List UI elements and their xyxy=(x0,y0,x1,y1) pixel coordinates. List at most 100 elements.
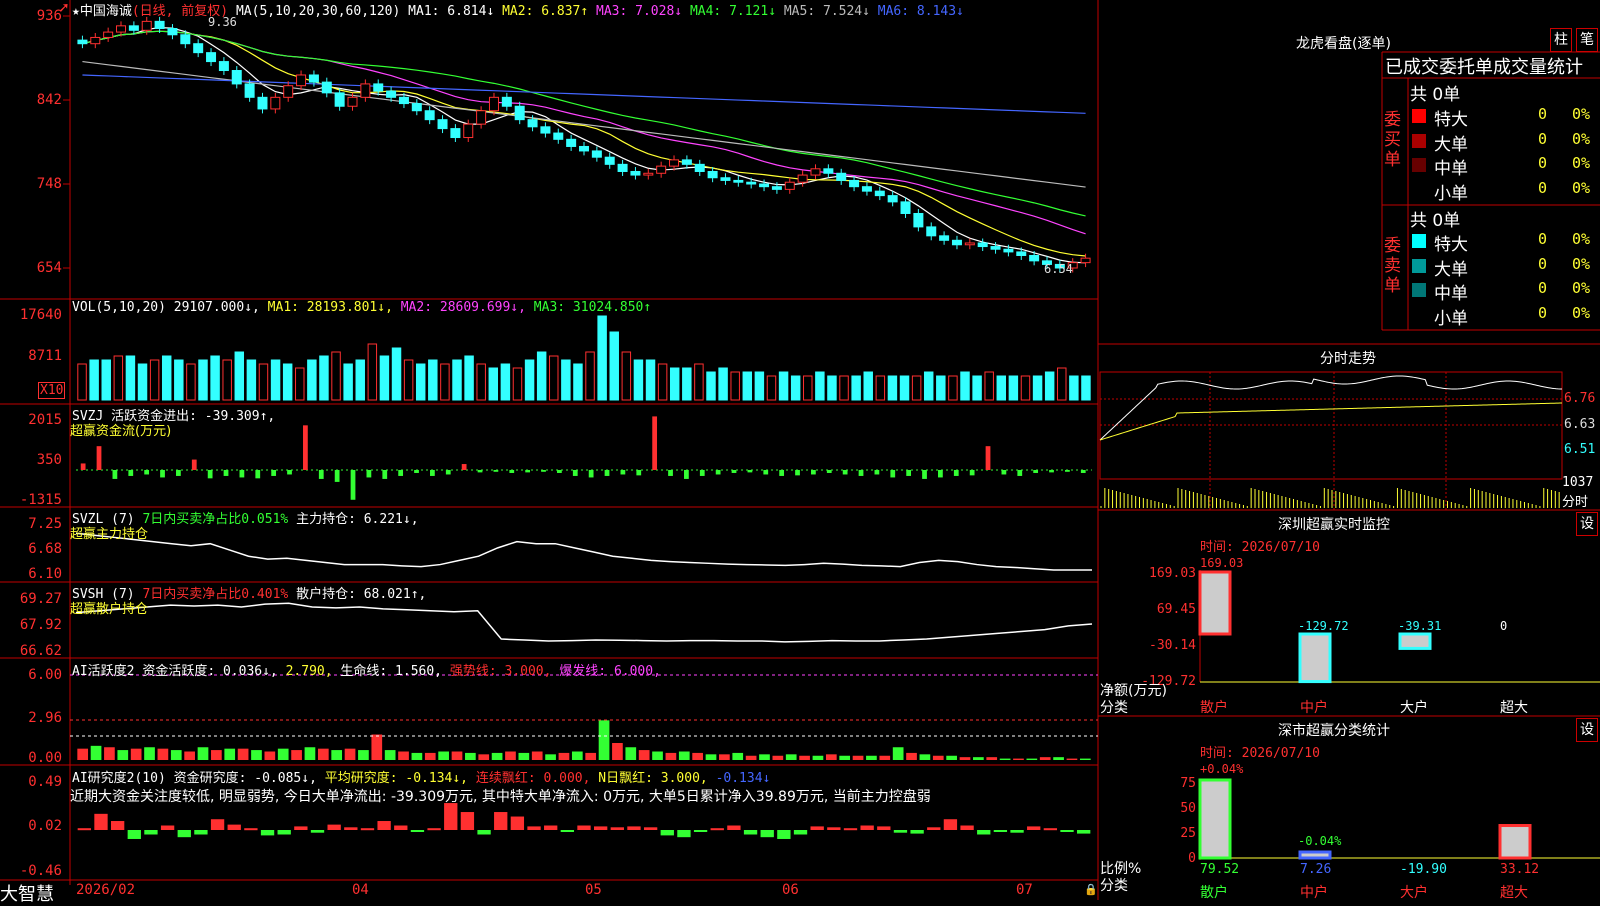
sell-order-row-volume: 0 xyxy=(1538,303,1548,322)
candle-body xyxy=(643,172,654,176)
candle-body xyxy=(823,168,834,174)
fund-flow-bar xyxy=(731,470,737,473)
candle-body xyxy=(1080,257,1091,264)
buy-total: 共 0单 xyxy=(1410,85,1461,105)
brand-label[interactable]: 大智慧 xyxy=(0,880,54,906)
sz-class-category: 大户 xyxy=(1400,885,1428,901)
research-bar xyxy=(460,812,475,830)
activity-bar xyxy=(719,754,730,760)
kline-chart-area[interactable] xyxy=(0,0,1600,900)
fund-flow-bar xyxy=(1080,470,1086,473)
svzl-axis-label: 7.25 xyxy=(28,516,62,532)
research-bar xyxy=(477,830,491,835)
activity-bar xyxy=(692,752,703,760)
volume-bar xyxy=(815,371,825,401)
research-bar xyxy=(227,824,241,830)
candle-body xyxy=(759,183,770,188)
volume-bar xyxy=(101,359,111,401)
research-bar xyxy=(777,830,791,839)
sz-monitor-settings-button[interactable]: 设 xyxy=(1576,512,1598,536)
research-bar xyxy=(177,830,191,838)
volume-bar xyxy=(706,371,716,401)
research-bar xyxy=(610,827,624,830)
fund-flow-bar xyxy=(795,470,800,476)
fund-flow-bar xyxy=(80,463,86,470)
volume-bar xyxy=(911,375,922,401)
sell-order-color-swatch xyxy=(1412,283,1426,297)
vol-title: VOL(5,10,20) xyxy=(72,300,166,315)
ai-research-cont: 连续飘红: 0.000, xyxy=(475,771,591,786)
buy-order-row-percent: 0% xyxy=(1572,154,1591,172)
activity-bar xyxy=(652,751,663,760)
candle-body xyxy=(476,110,487,125)
volume-bar xyxy=(1032,375,1043,401)
activity-bar xyxy=(251,750,262,760)
lock-icon[interactable]: 🔒 xyxy=(1084,883,1098,896)
fund-flow-bar xyxy=(985,446,991,470)
volume-bar xyxy=(1057,367,1067,401)
buy-order-row-percent: 0% xyxy=(1572,105,1591,123)
fund-flow-bar xyxy=(445,470,451,475)
activity-bar xyxy=(785,754,797,760)
activity-bar xyxy=(665,752,677,760)
candle-body xyxy=(373,83,384,92)
activity-bar xyxy=(678,751,690,760)
buy-order-row-name: 大单 xyxy=(1434,134,1468,155)
fund-flow-bar xyxy=(604,470,610,476)
svzj-axis-label: -1315 xyxy=(19,492,62,508)
ai-research-avg: 平均研究度: -0.134↓, xyxy=(324,771,469,786)
svzl-ratio: 7日内买卖净占比0.051% xyxy=(142,512,289,527)
fund-flow-bar xyxy=(636,470,642,476)
intraday-title: 分时走势 xyxy=(1320,351,1376,367)
ai-active-strong: 强势线: 3.000, xyxy=(449,664,552,679)
fund-flow-bar xyxy=(779,470,785,476)
volume-bar xyxy=(621,351,632,401)
intraday-vol-label: 1037 xyxy=(1562,475,1594,490)
ai-research-last: -0.134↓ xyxy=(715,771,771,786)
candle-body xyxy=(707,170,718,179)
vol-ma2: MA2: 28609.699↓, xyxy=(400,300,526,315)
research-bar xyxy=(593,826,608,830)
fund-flow-bar xyxy=(160,470,165,478)
activity-bar xyxy=(170,750,182,760)
volume-bar xyxy=(1081,375,1091,401)
candle-body xyxy=(270,96,281,110)
volume-bar xyxy=(827,375,837,401)
activity-bar xyxy=(1066,758,1078,760)
activity-bar xyxy=(625,747,637,760)
sz-monitor-bar xyxy=(1298,632,1332,684)
candle-body xyxy=(154,20,165,30)
research-bar xyxy=(577,825,591,830)
ai-research-comment: 近期大资金关注度较低, 明显弱势, 今日大单净流出: -39.309万元, 其中… xyxy=(70,789,931,805)
buy-order-row-name: 小单 xyxy=(1434,183,1468,204)
ai-research-axis-label: 0.49 xyxy=(28,774,62,790)
candle-body xyxy=(450,128,461,139)
activity-bar xyxy=(264,751,276,760)
ma-title: MA(5,10,20,30,60,120) xyxy=(235,4,401,19)
sell-order-color-swatch xyxy=(1412,234,1426,248)
ma-line xyxy=(82,30,1086,235)
candle-body xyxy=(990,246,1001,250)
activity-bar xyxy=(799,755,810,760)
svsh-axis-label: 67.92 xyxy=(19,617,62,633)
candle-body xyxy=(604,156,615,165)
activity-bar xyxy=(237,748,249,760)
research-bar xyxy=(410,830,425,832)
candle-body xyxy=(784,181,795,190)
fund-flow-bar xyxy=(890,470,896,478)
tick-view-button[interactable]: 笔 xyxy=(1576,28,1598,52)
sz-monitor-axis-label: 69.45 xyxy=(1156,602,1196,617)
candle-body xyxy=(244,83,255,98)
activity-bar xyxy=(585,752,597,760)
ma5-value: MA5: 7.524↓ xyxy=(783,4,870,19)
vol-scale-badge[interactable]: X10 xyxy=(38,382,66,399)
volume-bar xyxy=(428,359,438,401)
stock-name[interactable]: ★中国海诚 xyxy=(72,4,132,19)
volume-bar xyxy=(403,359,414,401)
bar-view-button[interactable]: 柱 xyxy=(1550,28,1572,52)
fund-flow-bar xyxy=(509,470,515,473)
volume-bar xyxy=(415,363,426,401)
research-bar xyxy=(144,830,158,835)
research-bar xyxy=(743,830,758,835)
sz-class-settings-button[interactable]: 设 xyxy=(1576,718,1598,742)
